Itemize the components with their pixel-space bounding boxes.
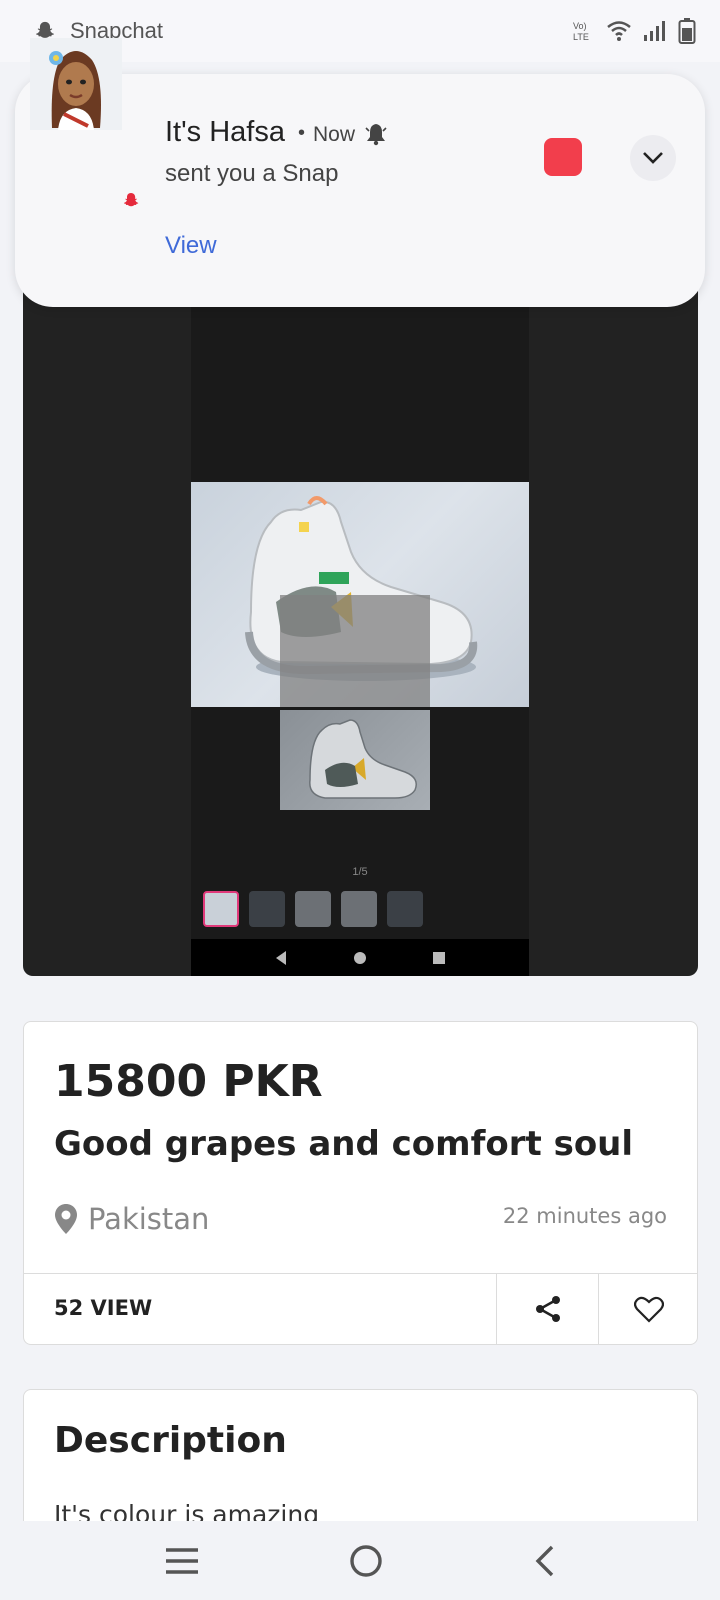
notification-separator: • [298, 122, 306, 144]
view-count: 52 VIEW [54, 1296, 153, 1320]
bell-icon [365, 124, 387, 146]
screen: Snapchat Vo) LTE It's Hafsa • Now sent y… [0, 0, 720, 1600]
recents-square-icon [433, 951, 446, 964]
embedded-screenshot: 1/5 [191, 280, 529, 976]
listing-price: 15800 PKR [54, 1056, 323, 1107]
listing-location: Pakistan [54, 1202, 209, 1236]
home-icon[interactable] [349, 1544, 383, 1578]
listing-posted-time: 22 minutes ago [502, 1204, 667, 1228]
notification-time: Now [313, 123, 356, 146]
wifi-icon [607, 21, 631, 41]
listing-details-card: 15800 PKR Good grapes and comfort soul P… [23, 1021, 698, 1345]
thumbnail-3[interactable] [295, 891, 331, 927]
chevron-down-icon [643, 152, 663, 164]
recent-apps-icon[interactable] [164, 1546, 200, 1576]
sneaker-thumb-image [309, 719, 417, 799]
svg-text:LTE: LTE [573, 32, 589, 42]
status-icons: Vo) LTE [572, 18, 696, 44]
listing-title: Good grapes and comfort soul [54, 1124, 634, 1164]
back-icon[interactable] [532, 1544, 556, 1578]
back-triangle-icon [275, 950, 286, 965]
share-icon [535, 1296, 560, 1322]
expand-notification-button[interactable] [630, 135, 676, 181]
product-preview-thumbnail [280, 710, 430, 810]
home-dot-icon [353, 951, 366, 964]
thumbnail-2[interactable] [249, 891, 285, 927]
bitmoji-avatar-icon [30, 38, 122, 130]
heart-icon [633, 1296, 664, 1323]
svg-text:Vo): Vo) [573, 21, 587, 31]
embedded-nav-bar [191, 939, 529, 976]
snap-badge-icon [119, 189, 143, 213]
thumbnail-preview-overlay [280, 595, 430, 707]
share-button[interactable] [496, 1274, 598, 1344]
favorite-button[interactable] [598, 1274, 698, 1344]
product-image-viewer[interactable]: 1/5 [23, 280, 698, 976]
volte-icon: Vo)LTE [573, 21, 589, 42]
location-pin-icon [55, 1204, 77, 1234]
image-counter: 1/5 [352, 866, 368, 878]
thumbnail-strip [203, 891, 423, 927]
description-heading: Description [54, 1420, 287, 1461]
snap-notification[interactable]: It's Hafsa • Now sent you a Snap View [15, 38, 705, 307]
location-label: Pakistan [88, 1202, 210, 1236]
thumbnail-1[interactable] [203, 891, 239, 927]
notification-view-action[interactable]: View [165, 232, 217, 260]
notification-message: sent you a Snap [165, 160, 339, 187]
thumbnail-4[interactable] [341, 891, 377, 927]
system-nav-bar [0, 1521, 720, 1600]
thumbnail-5[interactable] [387, 891, 423, 927]
snap-indicator [544, 138, 582, 176]
signal-icon [644, 21, 665, 41]
notification-sender: It's Hafsa [165, 116, 285, 148]
sender-avatar [30, 38, 122, 130]
battery-icon [678, 18, 696, 44]
